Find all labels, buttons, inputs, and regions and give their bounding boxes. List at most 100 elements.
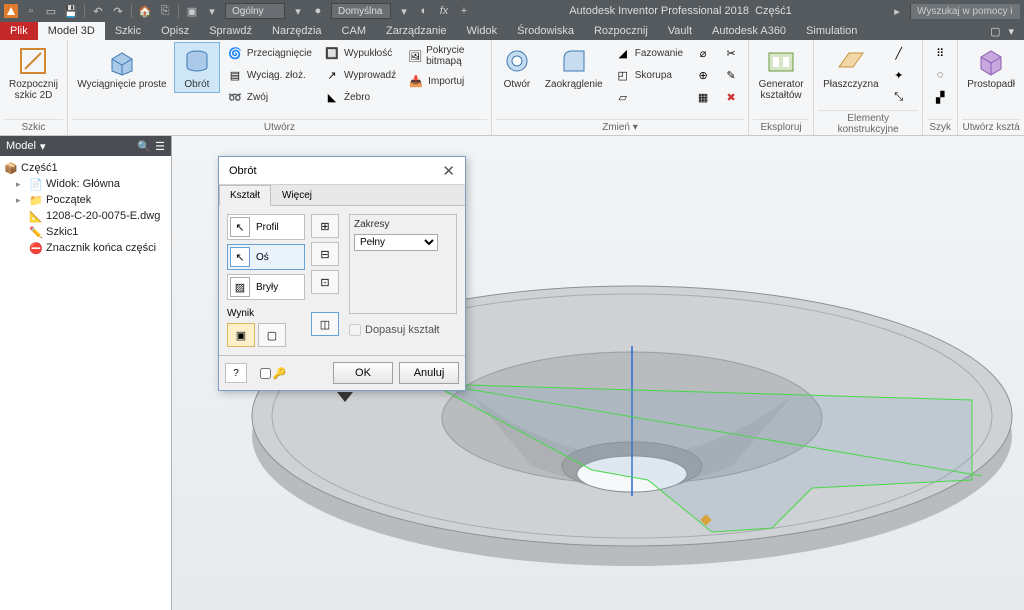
ok-button[interactable]: OK: [333, 362, 393, 384]
chamfer-button[interactable]: ◢Fazowanie: [610, 42, 688, 64]
dialog-titlebar[interactable]: Obrót ✕: [219, 157, 465, 185]
style-combo[interactable]: Ogólny: [225, 3, 285, 19]
tree-file[interactable]: 📐1208-C-20-0075-E.dwg: [2, 208, 169, 224]
axis-button[interactable]: ╱: [886, 42, 912, 64]
axis-selector[interactable]: ↖Oś: [227, 244, 305, 270]
tab-simulation[interactable]: Simulation: [796, 22, 867, 40]
app-icon[interactable]: [4, 4, 18, 18]
plane-button[interactable]: Płaszczyzna: [818, 42, 884, 93]
search-icon[interactable]: 🔍: [137, 140, 151, 153]
team-icon[interactable]: ⎘: [158, 4, 172, 18]
save-icon[interactable]: 💾: [64, 4, 78, 18]
delete-face-button[interactable]: ✖: [718, 86, 744, 108]
fillet-button[interactable]: Zaokrąglenie: [540, 42, 608, 93]
solids-selector[interactable]: ▨Bryły: [227, 274, 305, 300]
revolve-button[interactable]: Obrót: [174, 42, 220, 93]
tab-environments[interactable]: Środowiska: [507, 22, 584, 40]
tab-annotate[interactable]: Opisz: [151, 22, 199, 40]
combine-button[interactable]: ⊕: [690, 64, 716, 86]
point-button[interactable]: ✦: [886, 64, 912, 86]
appearance-sphere-icon[interactable]: ◐: [417, 4, 431, 18]
select-icon[interactable]: ▣: [185, 4, 199, 18]
output-solid-button[interactable]: ▣: [227, 323, 255, 347]
tab-view[interactable]: Widok: [457, 22, 508, 40]
profile-selector[interactable]: ↖Profil: [227, 214, 305, 240]
thread-button[interactable]: ⌀: [690, 42, 716, 64]
split-button[interactable]: ✂: [718, 42, 744, 64]
decal-button[interactable]: 🖼Pokrycie bitmapą: [403, 42, 487, 70]
derive-button[interactable]: ↗Wyprowadź: [319, 64, 401, 86]
tab-manage[interactable]: Zarządzanie: [376, 22, 457, 40]
folder-icon: 📁: [29, 193, 43, 207]
tree-eop[interactable]: ⛔Znacznik końca części: [2, 240, 169, 256]
mirror-button[interactable]: ▞: [927, 86, 953, 108]
emboss-button[interactable]: 🔲Wypukłość: [319, 42, 401, 64]
box-button[interactable]: Prostopadł: [962, 42, 1020, 93]
help-button[interactable]: ?: [225, 363, 247, 383]
operation-intersect-button[interactable]: ⊡: [311, 270, 339, 294]
tree-origin[interactable]: ▸📁Początek: [2, 192, 169, 208]
circ-pattern-button[interactable]: ◌: [927, 64, 953, 86]
output-surface-button[interactable]: ▢: [258, 323, 286, 347]
coil-button[interactable]: ➿Zwój: [222, 86, 317, 108]
material-sphere-icon[interactable]: ●: [311, 4, 325, 18]
new-icon[interactable]: ▫: [24, 4, 38, 18]
shape-generator-button[interactable]: Generator kształtów: [753, 42, 809, 104]
add-icon[interactable]: ☰: [155, 140, 165, 153]
tab-model3d[interactable]: Model 3D: [38, 22, 105, 40]
help-search[interactable]: Wyszukaj w pomocy i: [910, 4, 1020, 19]
thicken-button[interactable]: ▦: [690, 86, 716, 108]
tree-sketch[interactable]: ✏️Szkic1: [2, 224, 169, 240]
rib-button[interactable]: ◣Żebro: [319, 86, 401, 108]
close-icon[interactable]: ✕: [442, 162, 455, 180]
sweep-icon: 🌀: [227, 45, 243, 61]
more-modify-button[interactable]: ▱: [610, 86, 688, 108]
tab-sketch[interactable]: Szkic: [105, 22, 151, 40]
appearance-combo[interactable]: Domyślna: [331, 3, 391, 19]
directedit-button[interactable]: ✎: [718, 64, 744, 86]
operation-newsolid-button[interactable]: ◫: [311, 312, 339, 336]
emboss-icon: 🔲: [324, 45, 340, 61]
options-toggle[interactable]: 🔑: [253, 363, 293, 383]
extrude-button[interactable]: Wyciągnięcie proste: [72, 42, 172, 93]
tree-root[interactable]: 📦Część1: [2, 160, 169, 176]
model-tree[interactable]: 📦Część1 ▸📄Widok: Główna ▸📁Początek 📐1208…: [0, 156, 171, 610]
home-icon[interactable]: 🏠: [138, 4, 152, 18]
help-chevron-icon[interactable]: ▾: [1008, 25, 1014, 38]
chevron-down-icon[interactable]: ▾: [291, 4, 305, 18]
tab-more[interactable]: Więcej: [271, 185, 323, 205]
fx-icon[interactable]: fx: [437, 4, 451, 18]
start-2d-sketch-button[interactable]: Rozpocznij szkic 2D: [4, 42, 63, 104]
open-icon[interactable]: ▭: [44, 4, 58, 18]
extents-select[interactable]: Pełny: [354, 234, 438, 251]
tab-shape[interactable]: Kształt: [219, 185, 271, 206]
operation-cut-button[interactable]: ⊟: [311, 242, 339, 266]
sweep-button[interactable]: 🌀Przeciągnięcie: [222, 42, 317, 64]
tab-cam[interactable]: CAM: [332, 22, 376, 40]
undo-icon[interactable]: ↶: [91, 4, 105, 18]
tab-tools[interactable]: Narzędzia: [262, 22, 332, 40]
tab-vault[interactable]: Vault: [658, 22, 702, 40]
tab-a360[interactable]: Autodesk A360: [702, 22, 796, 40]
shell-button[interactable]: ◰Skorupa: [610, 64, 688, 86]
chevron-down-icon[interactable]: ▾: [397, 4, 411, 18]
rect-pattern-button[interactable]: ⠿: [927, 42, 953, 64]
cancel-button[interactable]: Anuluj: [399, 362, 459, 384]
appearance-icon[interactable]: ▢: [990, 25, 1000, 38]
hole-icon: [501, 45, 533, 77]
tab-inspect[interactable]: Sprawdź: [199, 22, 262, 40]
loft-button[interactable]: ▤Wyciąg. złoż.: [222, 64, 317, 86]
dialog-pointer-arrow: [337, 392, 353, 402]
tab-file[interactable]: Plik: [0, 22, 38, 40]
plus-icon[interactable]: +: [457, 4, 471, 18]
match-shape-checkbox[interactable]: Dopasuj kształt: [349, 324, 457, 336]
hole-button[interactable]: Otwór: [496, 42, 538, 93]
redo-icon[interactable]: ↷: [111, 4, 125, 18]
tree-view[interactable]: ▸📄Widok: Główna: [2, 176, 169, 192]
ucs-button[interactable]: ⤡: [886, 86, 912, 108]
import-button[interactable]: 📥Importuj: [403, 70, 487, 92]
chevron-down-icon[interactable]: ▾: [205, 4, 219, 18]
tab-getstarted[interactable]: Rozpocznij: [584, 22, 658, 40]
operation-join-button[interactable]: ⊞: [311, 214, 339, 238]
chevron-icon[interactable]: ▸: [890, 4, 904, 18]
